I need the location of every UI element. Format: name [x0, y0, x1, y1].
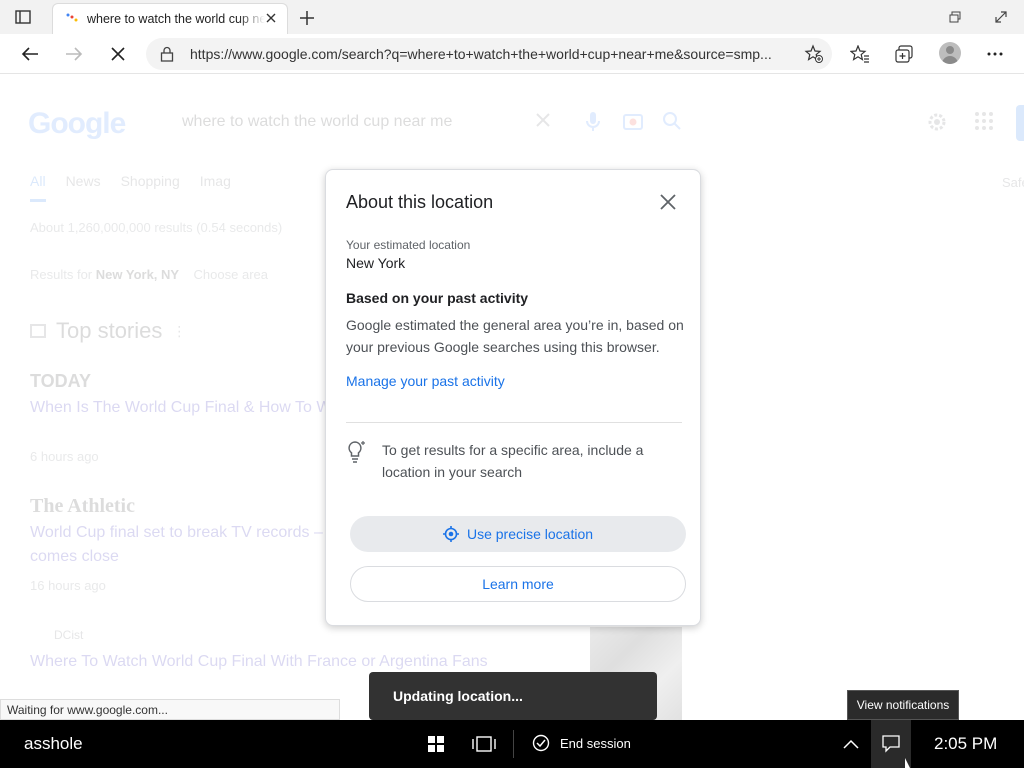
close-icon[interactable]: [656, 190, 680, 214]
more-options-icon[interactable]: [981, 40, 1009, 68]
clear-search-icon[interactable]: [534, 111, 556, 133]
about-location-dialog: About this location Your estimated locat…: [325, 169, 701, 626]
choose-area-link[interactable]: Choose area: [194, 267, 268, 282]
sign-in-button[interactable]: [1016, 105, 1024, 141]
lightbulb-icon: [346, 440, 368, 464]
tab-actions-icon[interactable]: [12, 7, 34, 27]
notifications-tooltip: View notifications: [847, 690, 959, 720]
estimated-location-label: Your estimated location: [346, 238, 471, 252]
top-stories-heading: Top stories ⋮: [30, 318, 186, 344]
taskbar: asshole End session 2:05 PM: [0, 720, 1024, 768]
search-icon[interactable]: [662, 111, 684, 133]
taskbar-clock[interactable]: 2:05 PM: [934, 734, 997, 754]
tab-news[interactable]: News: [66, 173, 101, 202]
favorites-icon[interactable]: [846, 40, 874, 68]
location-tip: To get results for a specific area, incl…: [382, 442, 644, 480]
taskbar-separator: [513, 730, 514, 758]
story-source: The Athletic: [30, 495, 135, 517]
browser-status-bar: Waiting for www.google.com...: [0, 699, 340, 720]
microphone-icon[interactable]: [584, 111, 606, 133]
story-source: DCist: [54, 628, 84, 642]
end-session-label: End session: [560, 735, 631, 751]
results-count: About 1,260,000,000 results (0.54 second…: [30, 220, 283, 235]
collections-icon[interactable]: [890, 40, 918, 68]
address-bar[interactable]: https://www.google.com/search?q=where+to…: [146, 38, 832, 70]
expand-window-icon[interactable]: [990, 7, 1012, 27]
profile-avatar[interactable]: [939, 42, 961, 64]
checkmark-circle-icon: [532, 734, 550, 752]
story-time: 6 hours ago: [30, 449, 99, 464]
updating-location-toast: Updating location...: [369, 672, 657, 720]
past-activity-heading: Based on your past activity: [346, 290, 529, 306]
story-headline-cont[interactable]: comes close: [30, 548, 119, 566]
add-favorite-icon[interactable]: [804, 44, 824, 64]
mouse-cursor: [905, 758, 910, 768]
settings-gear-icon[interactable]: [926, 111, 948, 133]
notification-bubble-icon: [882, 735, 900, 753]
restore-window-icon[interactable]: [944, 7, 966, 27]
tab-title: where to watch the world cup near me: [87, 12, 265, 26]
task-view-icon[interactable]: [472, 732, 496, 756]
google-favicon-icon: [65, 12, 79, 26]
camera-search-icon[interactable]: [622, 111, 644, 133]
safesearch-label[interactable]: Safe: [1002, 175, 1024, 190]
results-location: Results for New York, NY Choose area: [30, 267, 268, 282]
tab-shopping[interactable]: Shopping: [121, 173, 180, 202]
back-arrow-icon[interactable]: [16, 40, 44, 68]
past-activity-description: Google estimated the general area you’re…: [346, 317, 684, 355]
story-source: TODAY: [30, 371, 92, 391]
story-headline[interactable]: World Cup final set to break TV records …: [30, 524, 323, 542]
story-time: 16 hours ago: [30, 578, 106, 593]
more-dots-icon[interactable]: ⋮: [172, 323, 186, 340]
use-precise-location-button[interactable]: Use precise location: [350, 516, 686, 552]
windows-start-icon[interactable]: [424, 732, 448, 756]
browser-tab[interactable]: where to watch the world cup near me: [52, 3, 288, 34]
manage-activity-link[interactable]: Manage your past activity: [346, 373, 505, 389]
tab-images[interactable]: Imag: [200, 173, 231, 202]
new-tab-icon[interactable]: [296, 7, 318, 29]
story-headline[interactable]: Where To Watch World Cup Final With Fran…: [30, 653, 488, 671]
end-session-button[interactable]: End session: [532, 734, 631, 752]
tab-close-icon[interactable]: [263, 10, 279, 26]
lock-icon[interactable]: [160, 46, 176, 62]
url-text[interactable]: https://www.google.com/search?q=where+to…: [190, 46, 790, 62]
forward-arrow-icon[interactable]: [60, 40, 88, 68]
browser-toolbar: https://www.google.com/search?q=where+to…: [0, 34, 1024, 74]
search-tabs: All News Shopping Imag: [30, 173, 231, 202]
tab-all[interactable]: All: [30, 173, 46, 202]
google-logo[interactable]: Google: [28, 107, 126, 141]
tab-strip: where to watch the world cup near me: [0, 0, 1024, 34]
story-headline[interactable]: When Is The World Cup Final & How To W: [30, 399, 331, 417]
news-icon: [30, 324, 46, 338]
location-target-icon: [442, 526, 459, 542]
precise-button-label: Use precise location: [466, 526, 594, 542]
divider: [346, 422, 682, 423]
learn-more-button[interactable]: Learn more: [350, 566, 686, 602]
learn-more-label: Learn more: [482, 576, 554, 592]
apps-grid-icon[interactable]: [974, 111, 996, 133]
show-hidden-icons-chevron-icon[interactable]: [839, 732, 863, 756]
stop-loading-icon[interactable]: [104, 40, 132, 68]
session-user-name: asshole: [24, 734, 83, 753]
search-query[interactable]: where to watch the world cup near me: [182, 113, 452, 131]
estimated-location-value: New York: [346, 255, 406, 271]
dialog-title: About this location: [346, 192, 494, 212]
